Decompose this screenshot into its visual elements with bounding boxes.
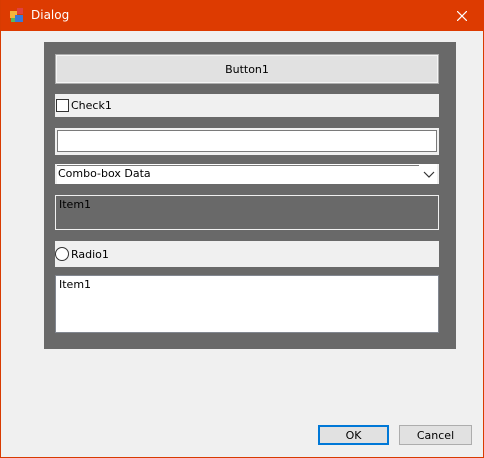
combo-selected-value: Combo-box Data [58,167,151,180]
close-icon [457,10,467,21]
radio1-row[interactable]: Radio1 [55,241,439,267]
edit-row [55,128,439,155]
list2[interactable]: Item1 [55,275,439,333]
combo-top-border [57,165,419,166]
check1-checkbox[interactable] [56,99,69,112]
dialog-window: Dialog Button1 Check1 Combo-box Data Ite… [0,0,484,458]
list-item[interactable]: Item1 [59,278,91,291]
combo-box[interactable]: Combo-box Data [57,164,437,184]
combo-row: Combo-box Data [55,164,439,184]
ok-button[interactable]: OK [318,425,389,445]
radio1-label: Radio1 [71,248,109,261]
radio1-button[interactable] [55,247,69,261]
window-title: Dialog [31,8,70,22]
list-item[interactable]: Item1 [59,198,91,211]
button1[interactable]: Button1 [55,54,439,84]
close-button[interactable] [439,0,484,31]
chevron-down-icon[interactable] [422,167,436,181]
check1-row[interactable]: Check1 [55,94,439,117]
list1[interactable]: Item1 [55,195,439,230]
check1-label: Check1 [71,99,112,112]
app-icon [10,8,23,22]
cancel-button[interactable]: Cancel [399,425,472,445]
title-bar[interactable]: Dialog [1,0,484,31]
edit-input[interactable] [57,130,437,152]
